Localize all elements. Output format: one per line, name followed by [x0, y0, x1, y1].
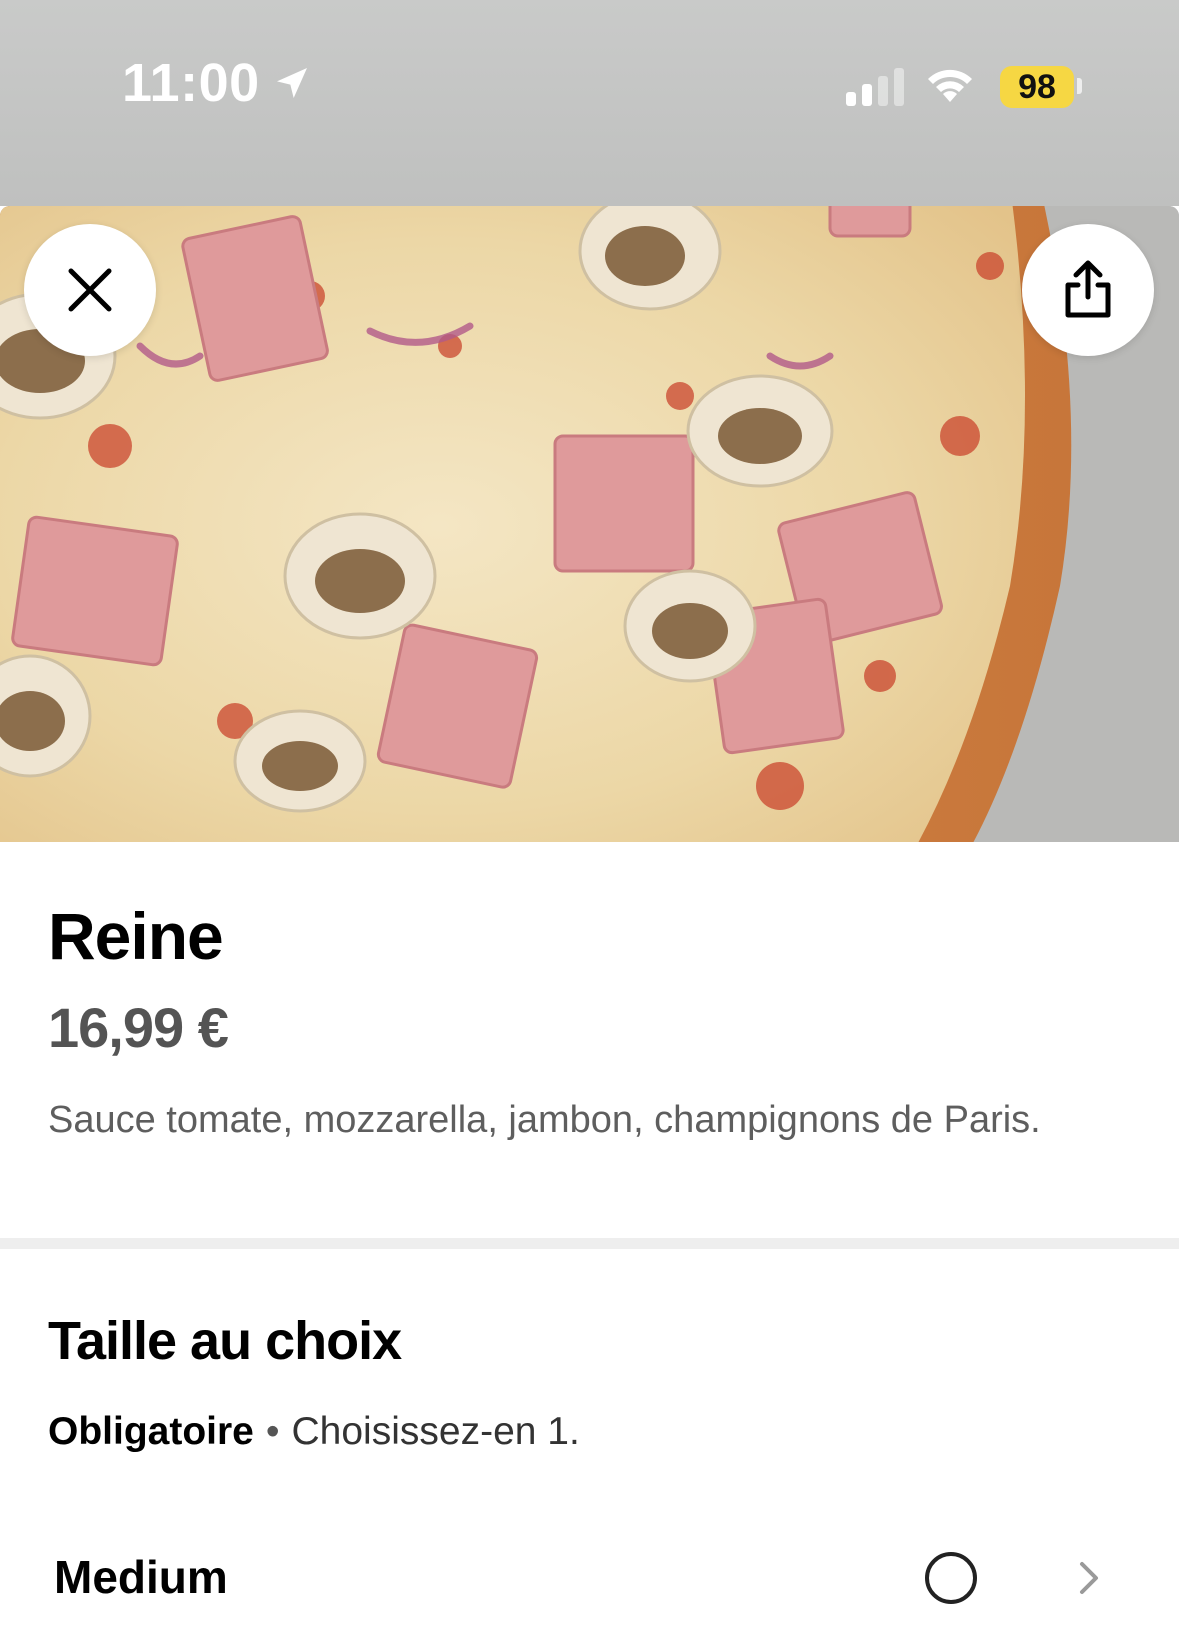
product-price: 16,99 € [48, 996, 229, 1059]
status-time: 11:00 [122, 52, 312, 114]
product-description: Sauce tomate, mozzarella, jambon, champi… [48, 1099, 1041, 1141]
battery-icon: 98 [1000, 66, 1074, 108]
status-bar: 11:00 98 [0, 0, 1179, 206]
wifi-icon [928, 69, 972, 102]
product-name: Reine [48, 899, 224, 973]
option-radio-button[interactable] [925, 1552, 977, 1604]
pizza-image [0, 206, 1179, 842]
close-icon [68, 268, 112, 312]
battery-level: 98 [1018, 67, 1056, 106]
chevron-right-icon [1080, 1562, 1098, 1594]
options-section-subtitle: Obligatoire • Choisissez-en 1. [48, 1410, 580, 1454]
separator-dot: • [265, 1410, 280, 1453]
battery-tip [1077, 78, 1082, 94]
option-label: Medium [54, 1551, 228, 1603]
location-arrow-icon [276, 68, 307, 98]
close-button[interactable] [24, 224, 156, 356]
choice-instruction: Choisissez-en 1. [291, 1410, 580, 1453]
option-row-medium[interactable]: Medium [0, 1530, 1179, 1630]
signal-icon [846, 66, 904, 106]
share-button[interactable] [1022, 224, 1154, 356]
required-label: Obligatoire [48, 1410, 254, 1453]
share-icon [1065, 260, 1111, 318]
status-time-text: 11:00 [122, 53, 260, 113]
section-divider [0, 1238, 1179, 1249]
options-section-title: Taille au choix [48, 1311, 402, 1371]
